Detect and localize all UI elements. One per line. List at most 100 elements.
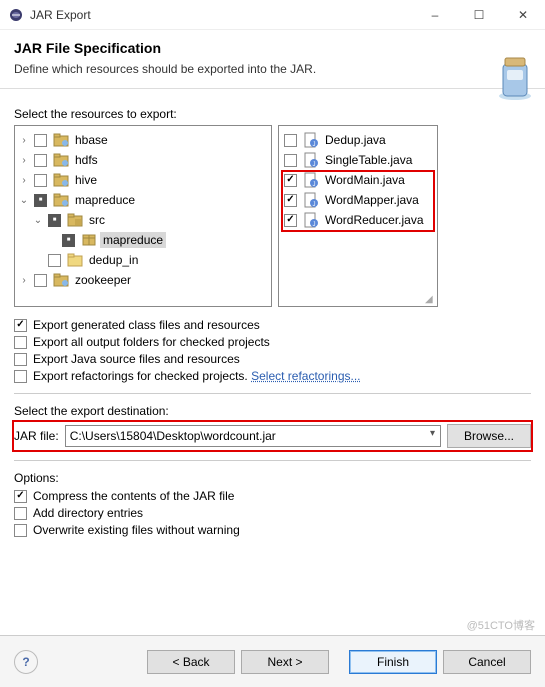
destination-row: JAR file: ▾ Browse... [14,422,531,450]
chevron-down-icon[interactable]: ▾ [430,428,435,439]
maximize-button[interactable]: ☐ [457,0,501,30]
wizard-header: JAR File Specification Define which reso… [0,30,545,89]
package-icon [81,232,97,248]
checkbox-icon[interactable] [62,234,75,247]
resources-label: Select the resources to export: [14,107,531,121]
checkbox-icon [14,524,27,537]
project-icon [53,172,69,188]
checkbox-icon[interactable] [34,134,47,147]
browse-button[interactable]: Browse... [447,424,531,448]
export-all-output-label: Export all output folders for checked pr… [33,335,270,349]
options-heading: Options: [14,471,531,485]
checkbox-icon[interactable] [34,154,47,167]
tree-node-label: mapreduce [100,232,166,248]
checkbox-icon[interactable] [34,174,47,187]
project-icon [53,152,69,168]
checkbox-icon [14,319,27,332]
tree-node[interactable]: › hive [17,170,269,190]
file-node[interactable]: JWordMapper.java [281,190,435,210]
eclipse-icon [8,7,24,23]
java-file-icon: J [303,172,319,188]
checkbox-icon [14,507,27,520]
export-generated-checkbox[interactable]: Export generated class files and resourc… [14,318,531,332]
add-dir-checkbox[interactable]: Add directory entries [14,506,531,520]
page-subtitle: Define which resources should be exporte… [14,62,531,76]
export-java-src-checkbox[interactable]: Export Java source files and resources [14,352,531,366]
jar-file-input[interactable] [65,425,441,447]
java-file-icon: J [303,132,319,148]
finish-button[interactable]: Finish [349,650,437,674]
tree-node-label: dedup_in [86,252,141,268]
tree-node[interactable]: ›hdfs [17,150,269,170]
tree-node[interactable]: › zookeeper [17,270,269,290]
add-dir-label: Add directory entries [33,506,143,520]
files-tree-pane[interactable]: JDedup.javaJSingleTable.javaJWordMain.ja… [278,125,438,307]
destination-label: Select the export destination: [14,404,531,418]
back-button[interactable]: < Back [147,650,235,674]
resize-grip-icon: ◢ [425,294,435,304]
tree-node[interactable]: dedup_in [31,250,269,270]
tree-node[interactable]: mapreduce [45,230,269,250]
checkbox-icon [14,370,27,383]
svg-text:J: J [313,222,316,228]
twisty-icon[interactable]: ⌄ [31,215,45,226]
checkbox-icon [14,336,27,349]
export-java-src-label: Export Java source files and resources [33,352,240,366]
svg-text:J: J [313,162,316,168]
twisty-icon[interactable]: › [17,275,31,286]
minimize-button[interactable]: – [413,0,457,30]
select-refactorings-link[interactable]: Select refactorings... [251,369,360,383]
file-node[interactable]: JWordReducer.java [281,210,435,230]
checkbox-icon[interactable] [34,274,47,287]
tree-node-label: mapreduce [72,192,138,208]
checkbox-icon[interactable] [284,174,297,187]
checkbox-icon[interactable] [284,154,297,167]
checkbox-icon[interactable] [34,194,47,207]
projects-tree-pane[interactable]: ›hbase›hdfs›hive⌄mapreduce⌄srcmapreduced… [14,125,272,307]
project-icon [53,192,69,208]
next-button[interactable]: Next > [241,650,329,674]
window-title: JAR Export [30,8,413,22]
tree-node[interactable]: ⌄ mapreduce [17,190,269,210]
titlebar: JAR Export – ☐ ✕ [0,0,545,30]
file-node[interactable]: JDedup.java [281,130,435,150]
checkbox-icon[interactable] [48,254,61,267]
twisty-icon[interactable]: › [17,135,31,146]
checkbox-icon [14,490,27,503]
file-node[interactable]: JSingleTable.java [281,150,435,170]
tree-node-label: hbase [72,132,111,148]
java-file-icon: J [303,152,319,168]
tree-node[interactable]: › hbase [17,130,269,150]
export-refactorings-label: Export refactorings for checked projects… [33,369,248,383]
tree-node-label: zookeeper [72,272,134,288]
twisty-icon[interactable]: › [17,155,31,166]
svg-text:J: J [313,182,316,188]
jar-wizard-icon [485,50,533,102]
page-title: JAR File Specification [14,40,531,56]
tree-node[interactable]: ⌄ src [31,210,269,230]
project-icon [53,132,69,148]
project-icon [53,272,69,288]
compress-checkbox[interactable]: Compress the contents of the JAR file [14,489,531,503]
twisty-icon[interactable]: › [17,175,31,186]
tree-node-label: hive [72,172,100,188]
tree-node-label: src [86,212,108,228]
file-node-label: WordMapper.java [322,192,422,208]
wizard-footer: ? < Back Next > Finish Cancel [0,635,545,687]
checkbox-icon [14,353,27,366]
java-file-icon: J [303,212,319,228]
export-generated-label: Export generated class files and resourc… [33,318,260,332]
export-all-output-checkbox[interactable]: Export all output folders for checked pr… [14,335,531,349]
checkbox-icon[interactable] [284,134,297,147]
checkbox-icon[interactable] [284,214,297,227]
file-node[interactable]: JWordMain.java [281,170,435,190]
twisty-icon[interactable]: ⌄ [17,195,31,206]
cancel-button[interactable]: Cancel [443,650,531,674]
checkbox-icon[interactable] [284,194,297,207]
close-button[interactable]: ✕ [501,0,545,30]
svg-text:J: J [313,142,316,148]
checkbox-icon[interactable] [48,214,61,227]
export-refactorings-checkbox[interactable]: Export refactorings for checked projects… [14,369,531,383]
help-button[interactable]: ? [14,650,38,674]
overwrite-checkbox[interactable]: Overwrite existing files without warning [14,523,531,537]
